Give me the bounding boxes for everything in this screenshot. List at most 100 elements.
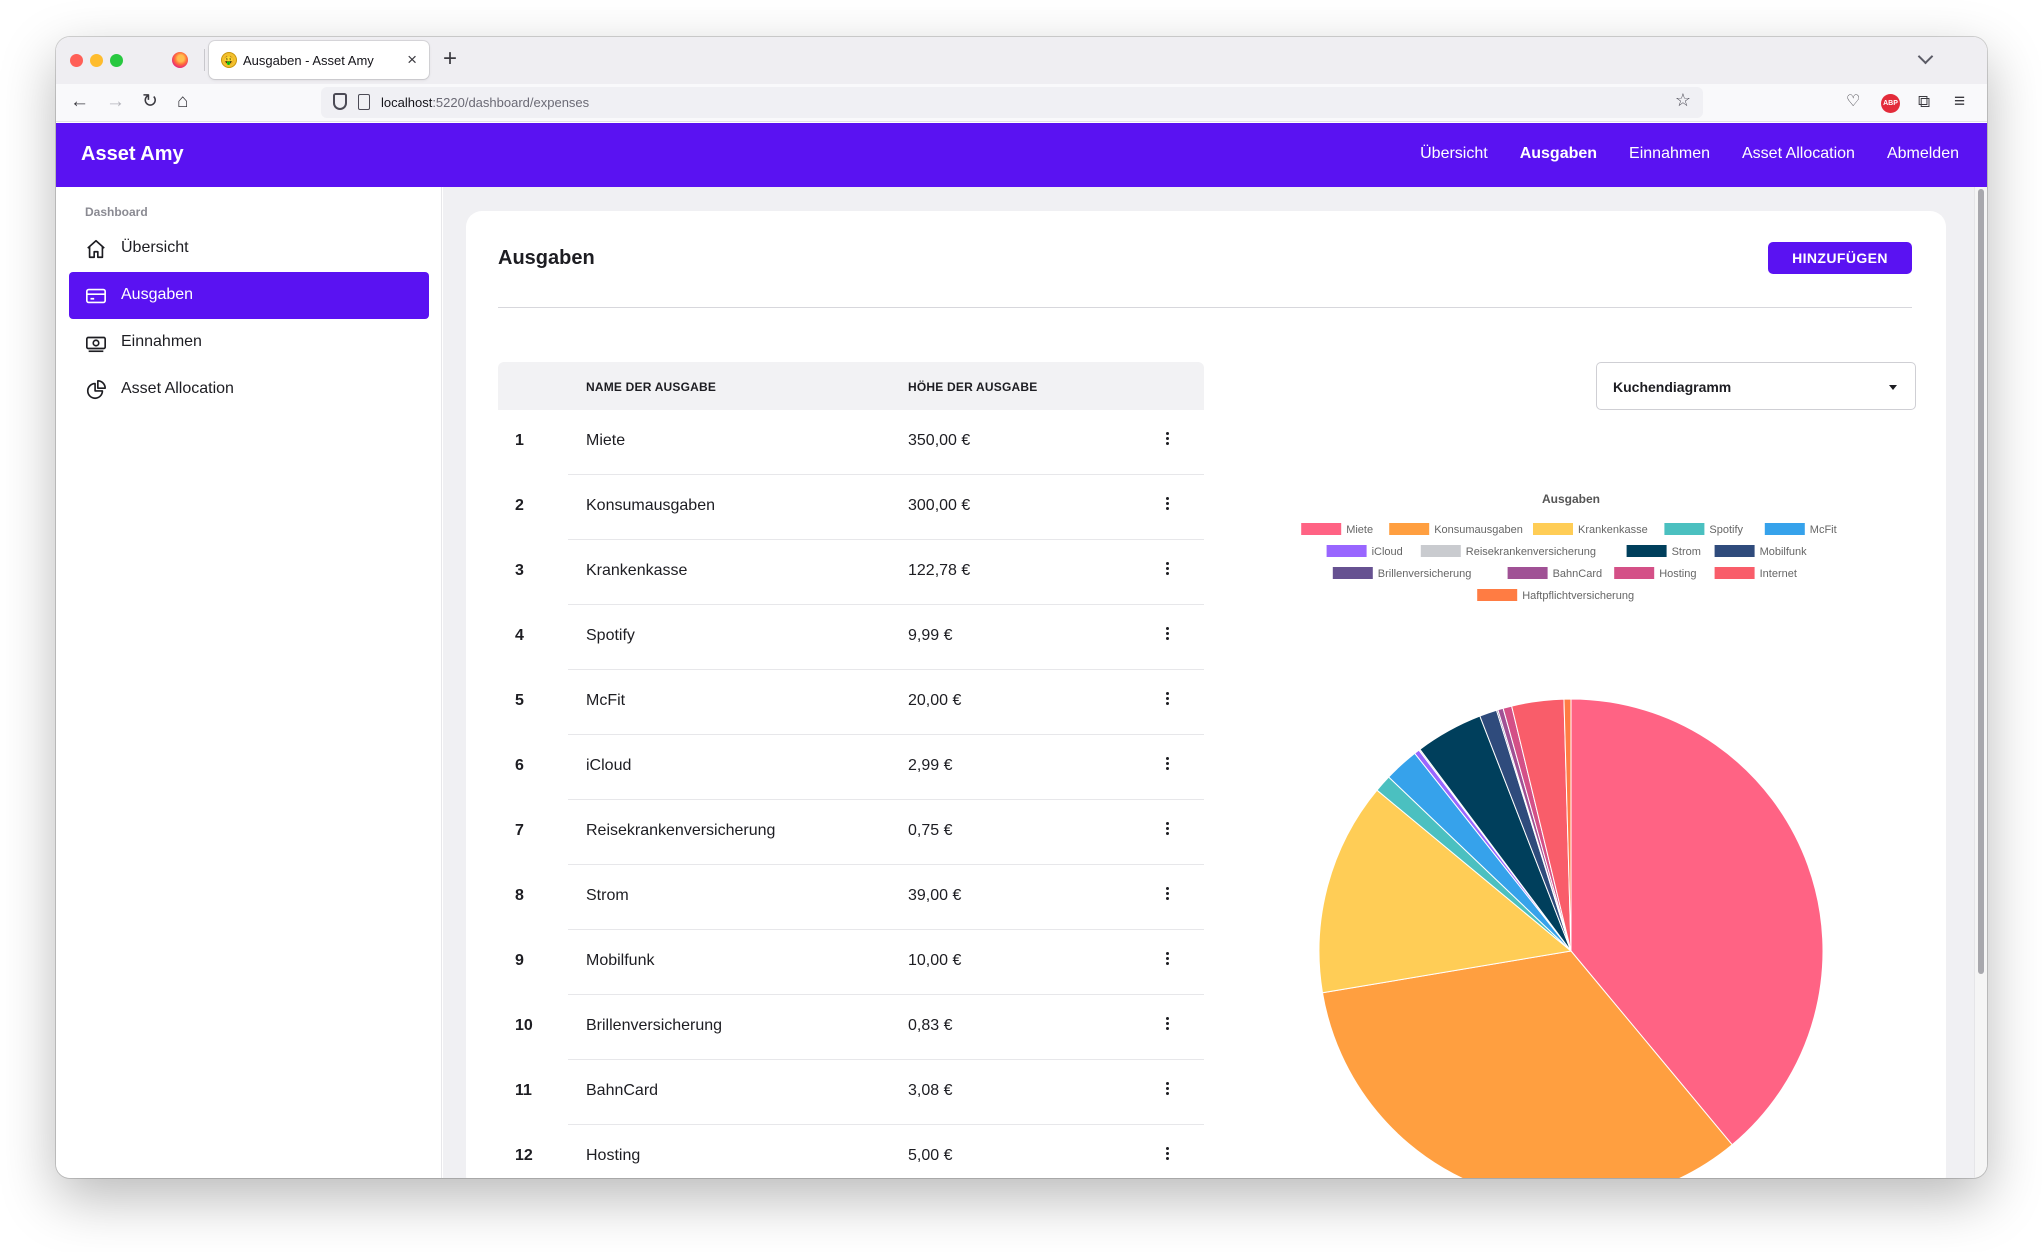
legend-label: Spotify <box>1709 524 1743 536</box>
topnav-logout[interactable]: Abmelden <box>1887 145 1959 163</box>
sidebar-item-expenses[interactable]: Ausgaben <box>69 272 429 319</box>
column-header-amount: HÖHE DER AUSGABE <box>908 380 1038 394</box>
browser-tab-active[interactable]: 🤑 Ausgaben - Asset Amy × <box>209 41 429 79</box>
row-menu-icon[interactable] <box>1163 625 1171 645</box>
expense-amount: 9,99 € <box>908 627 953 644</box>
legend-swatch <box>1301 523 1342 535</box>
legend-label: Brillenversicherung <box>1378 568 1472 580</box>
back-icon[interactable]: ← <box>70 88 89 116</box>
page-title: Ausgaben <box>498 247 595 269</box>
table-row: 8 Strom 39,00 € <box>498 865 1204 930</box>
adblock-icon[interactable]: ABP <box>1881 94 1900 113</box>
url-path: :5220/dashboard/expenses <box>432 95 590 110</box>
legend-swatch <box>1507 567 1548 579</box>
table-row: 7 Reisekrankenversicherung 0,75 € <box>498 800 1204 865</box>
topnav-income[interactable]: Einnahmen <box>1629 145 1710 163</box>
legend-label: Hosting <box>1659 568 1696 580</box>
new-tab-button[interactable]: + <box>443 45 457 73</box>
sidebar-item-label: Asset Allocation <box>121 380 234 397</box>
legend-item[interactable]: iCloud <box>1326 545 1403 558</box>
topnav-asset-allocation[interactable]: Asset Allocation <box>1742 145 1855 163</box>
legend-swatch <box>1332 567 1373 579</box>
expense-name: Hosting <box>586 1147 641 1164</box>
page-info-icon[interactable] <box>358 94 370 110</box>
expense-amount: 5,00 € <box>908 1147 953 1164</box>
legend-item[interactable]: Miete <box>1301 523 1373 536</box>
page-scrollbar[interactable] <box>1974 187 1987 1178</box>
legend-swatch <box>1664 523 1705 535</box>
legend-label: Konsumausgaben <box>1434 524 1523 536</box>
legend-item[interactable]: Strom <box>1626 545 1701 558</box>
minimize-window-button[interactable] <box>90 54 103 67</box>
row-menu-icon[interactable] <box>1163 1080 1171 1100</box>
list-tabs-icon[interactable] <box>1917 48 1934 65</box>
row-menu-icon[interactable] <box>1163 495 1171 515</box>
row-menu-icon[interactable] <box>1163 885 1171 905</box>
close-window-button[interactable] <box>70 54 83 67</box>
sidebar-item-overview[interactable]: Übersicht <box>69 225 429 272</box>
favicon-icon: 🤑 <box>221 52 237 68</box>
navigation-toolbar: ← → ↻ ⌂ localhost:5220/dashboard/expense… <box>56 84 1987 122</box>
legend-swatch <box>1764 523 1805 535</box>
tracking-shield-icon[interactable] <box>333 93 347 110</box>
legend-item[interactable]: Krankenkasse <box>1533 523 1648 536</box>
legend-label: Mobilfunk <box>1760 546 1808 558</box>
column-header-name: NAME DER AUSGABE <box>586 380 717 394</box>
row-menu-icon[interactable] <box>1163 950 1171 970</box>
table-row: 5 McFit 20,00 € <box>498 670 1204 735</box>
legend-item[interactable]: Spotify <box>1664 523 1744 536</box>
close-tab-icon[interactable]: × <box>407 50 417 70</box>
expense-name: iCloud <box>586 757 632 774</box>
legend-item[interactable]: BahnCard <box>1507 567 1603 580</box>
caret-down-icon <box>1889 385 1897 390</box>
expense-amount: 300,00 € <box>908 497 971 514</box>
row-menu-icon[interactable] <box>1163 690 1171 710</box>
topnav-overview[interactable]: Übersicht <box>1420 145 1488 163</box>
topnav-expenses[interactable]: Ausgaben <box>1520 145 1597 163</box>
legend-item[interactable]: Brillenversicherung <box>1332 567 1472 580</box>
row-menu-icon[interactable] <box>1163 430 1171 450</box>
legend-item[interactable]: Hosting <box>1614 567 1696 580</box>
legend-label: iCloud <box>1372 546 1403 558</box>
legend-item[interactable]: Internet <box>1714 567 1797 580</box>
sidebar-item-label: Ausgaben <box>121 286 194 303</box>
extensions-icon[interactable]: ⧉ <box>1918 88 1930 116</box>
scrollbar-thumb[interactable] <box>1978 189 1984 974</box>
url-bar[interactable]: localhost:5220/dashboard/expenses ☆ <box>321 87 1703 118</box>
table-row: 4 Spotify 9,99 € <box>498 605 1204 670</box>
expenses-pie-chart: Ausgaben Miete Konsumausgaben Krankenkasse S… <box>1301 492 1837 1178</box>
row-menu-icon[interactable] <box>1163 1015 1171 1035</box>
row-menu-icon[interactable] <box>1163 820 1171 840</box>
expense-name: Miete <box>586 432 626 449</box>
row-number: 12 <box>515 1147 533 1164</box>
bookmark-star-icon[interactable]: ☆ <box>1675 90 1691 111</box>
legend-swatch <box>1477 589 1518 601</box>
tab-strip: 🤑 Ausgaben - Asset Amy × + <box>56 37 1987 84</box>
legend-item[interactable]: Reisekrankenversicherung <box>1420 545 1596 558</box>
home-icon[interactable]: ⌂ <box>177 88 188 116</box>
menu-icon[interactable]: ≡ <box>1954 88 1965 116</box>
legend-item[interactable]: McFit <box>1764 523 1837 536</box>
reload-icon[interactable]: ↻ <box>142 88 158 116</box>
pocket-icon[interactable]: ♡ <box>1846 88 1860 116</box>
chart-title: Ausgaben <box>1542 492 1600 506</box>
table-row: 11 BahnCard 3,08 € <box>498 1060 1204 1125</box>
url-text[interactable]: localhost:5220/dashboard/expenses <box>381 95 589 110</box>
chart-type-select[interactable]: Kuchendiagramm <box>1596 362 1916 410</box>
sidebar-item-income[interactable]: Einnahmen <box>69 319 429 366</box>
sidebar: Dashboard Übersicht Ausgaben Einnahmen A… <box>56 187 442 1178</box>
row-menu-icon[interactable] <box>1163 560 1171 580</box>
credit-card-icon <box>86 288 106 304</box>
row-menu-icon[interactable] <box>1163 755 1171 775</box>
sidebar-item-asset-allocation[interactable]: Asset Allocation <box>69 366 429 413</box>
legend-item[interactable]: Haftpflichtversicherung <box>1477 589 1634 602</box>
maximize-window-button[interactable] <box>110 54 123 67</box>
add-expense-button[interactable]: HINZUFÜGEN <box>1768 242 1912 274</box>
legend-item[interactable]: Konsumausgaben <box>1389 523 1523 536</box>
forward-icon[interactable]: → <box>106 88 125 116</box>
row-menu-icon[interactable] <box>1163 1145 1171 1165</box>
legend-item[interactable]: Mobilfunk <box>1714 545 1808 558</box>
header-divider <box>498 307 1912 308</box>
brand-logo[interactable]: Asset Amy <box>81 143 184 166</box>
expense-name: Krankenkasse <box>586 562 688 579</box>
